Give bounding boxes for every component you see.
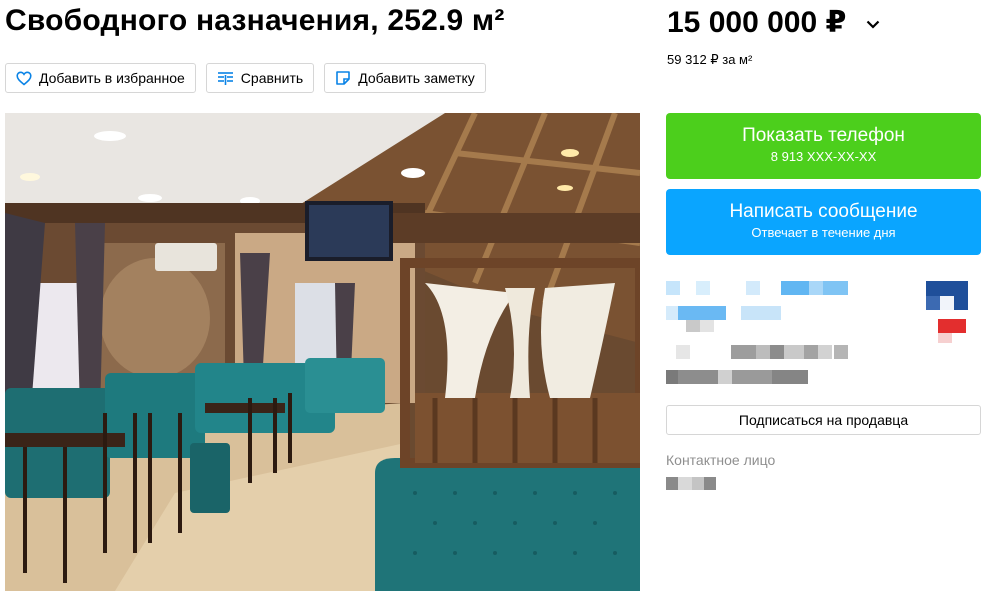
- note-icon: [336, 71, 350, 85]
- contact-person-name-redacted: [666, 477, 718, 490]
- interior-photo-illustration: [5, 113, 640, 591]
- write-message-label: Написать сообщение: [729, 201, 918, 222]
- listing-title: Свободного назначения, 252.9 м²: [5, 4, 505, 37]
- listing-actions: Добавить в избранное Сравнить Добавить з…: [5, 63, 486, 93]
- write-message-button[interactable]: Написать сообщение Отвечает в течение дн…: [666, 189, 981, 255]
- seller-name-redacted[interactable]: [666, 281, 851, 295]
- reply-time: Отвечает в течение дня: [751, 225, 896, 240]
- seller-since-redacted: [666, 370, 811, 384]
- contact-person-label: Контактное лицо: [666, 452, 776, 468]
- add-note-label: Добавить заметку: [358, 70, 475, 86]
- price-value: 15 000 000 ₽: [667, 6, 847, 39]
- compare-icon: [217, 71, 233, 85]
- seller-type-redacted: [666, 306, 786, 334]
- listing-photo[interactable]: [5, 113, 640, 591]
- show-phone-label: Показать телефон: [742, 125, 905, 146]
- show-phone-button[interactable]: Показать телефон 8 913 XXX-XX-XX: [666, 113, 981, 179]
- seller-avatar[interactable]: [926, 281, 968, 343]
- price: 15 000 000 ₽: [667, 5, 880, 40]
- seller-stats-redacted: [666, 345, 851, 359]
- compare-label: Сравнить: [240, 70, 304, 86]
- add-to-favorites-button[interactable]: Добавить в избранное: [5, 63, 196, 93]
- phone-masked: 8 913 XXX-XX-XX: [770, 149, 877, 164]
- chevron-down-icon[interactable]: [866, 20, 880, 29]
- add-note-button[interactable]: Добавить заметку: [324, 63, 486, 93]
- price-per-meter: 59 312 ₽ за м²: [667, 52, 753, 67]
- heart-icon: [16, 70, 32, 86]
- add-to-favorites-label: Добавить в избранное: [39, 70, 185, 86]
- compare-button[interactable]: Сравнить: [205, 63, 315, 93]
- subscribe-seller-button[interactable]: Подписаться на продавца: [666, 405, 981, 435]
